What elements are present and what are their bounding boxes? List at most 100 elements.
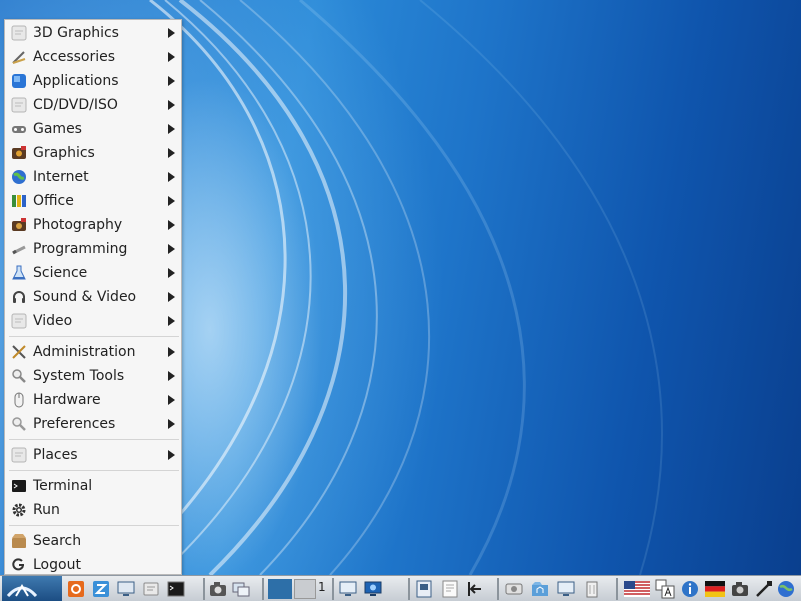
- zsync-launcher-icon[interactable]: [91, 579, 111, 599]
- generic-app-icon: [11, 97, 27, 113]
- camera-tray-icon[interactable]: [730, 579, 750, 599]
- preferences-icon: [11, 416, 27, 432]
- menu-item-accessories[interactable]: Accessories: [7, 45, 179, 69]
- menu-item-sound-video[interactable]: Sound & Video: [7, 285, 179, 309]
- submenu-arrow-icon: [168, 395, 175, 405]
- menu-item-label: Preferences: [33, 416, 116, 432]
- submenu-arrow-icon: [168, 196, 175, 206]
- applications-icon: [11, 73, 27, 89]
- submenu-arrow-icon: [168, 148, 175, 158]
- accessories-icon: [11, 49, 27, 65]
- taskbar-separator: [616, 578, 618, 600]
- screenshot-launcher-icon[interactable]: [208, 579, 228, 599]
- headphones-icon: [11, 289, 27, 305]
- desktop-pager-inactive[interactable]: [294, 579, 316, 599]
- start-menu-button[interactable]: [2, 576, 62, 601]
- menu-item-label: Programming: [33, 241, 128, 257]
- submenu-arrow-icon: [168, 220, 175, 230]
- menu-item-label: Places: [33, 447, 78, 463]
- taskbar: 1: [0, 575, 801, 601]
- menu-item-label: Administration: [33, 344, 136, 360]
- info-icon[interactable]: [680, 579, 700, 599]
- drive-icon[interactable]: [504, 579, 524, 599]
- logout-icon: [11, 557, 27, 573]
- submenu-arrow-icon: [168, 292, 175, 302]
- menu-item-hardware[interactable]: Hardware: [7, 388, 179, 412]
- german-flag-icon[interactable]: [705, 579, 725, 599]
- back-arrow-icon[interactable]: [465, 579, 485, 599]
- menu-item-label: Science: [33, 265, 88, 281]
- magnifier-icon: [11, 368, 27, 384]
- desktop-number: 1: [318, 580, 326, 594]
- computer-icon[interactable]: [556, 579, 576, 599]
- us-flag-icon[interactable]: [624, 579, 650, 599]
- menu-item-label: Internet: [33, 169, 89, 185]
- taskbar-separator: [203, 578, 205, 600]
- menu-separator: [9, 470, 179, 471]
- menu-item-cd-dvd-iso[interactable]: CD/DVD/ISO: [7, 93, 179, 117]
- menu-item-label: Accessories: [33, 49, 116, 65]
- menu-item-office[interactable]: Office: [7, 189, 179, 213]
- terminal-icon: [11, 478, 27, 494]
- generic-app-icon: [11, 447, 27, 463]
- submenu-arrow-icon: [168, 244, 175, 254]
- menu-separator: [9, 439, 179, 440]
- menu-item-run[interactable]: Run: [7, 498, 179, 522]
- menu-item-science[interactable]: Science: [7, 261, 179, 285]
- trash-icon[interactable]: [582, 579, 602, 599]
- menu-item-terminal[interactable]: Terminal: [7, 474, 179, 498]
- network-cable-icon[interactable]: [754, 579, 774, 599]
- mouse-icon: [11, 392, 27, 408]
- submenu-arrow-icon: [168, 28, 175, 38]
- document-window-icon[interactable]: [440, 579, 460, 599]
- menu-item-photography[interactable]: Photography: [7, 213, 179, 237]
- settings-launcher-icon[interactable]: [66, 579, 86, 599]
- menu-item-logout[interactable]: Logout: [7, 553, 179, 577]
- gamepad-icon: [11, 121, 27, 137]
- menu-item-label: Run: [33, 502, 60, 518]
- menu-item-system-tools[interactable]: System Tools: [7, 364, 179, 388]
- window-switch-icon[interactable]: [231, 579, 251, 599]
- menu-item-places[interactable]: Places: [7, 443, 179, 467]
- menu-item-label: Search: [33, 533, 82, 549]
- submenu-arrow-icon: [168, 268, 175, 278]
- taskbar-separator: [408, 578, 410, 600]
- camera-icon: [11, 217, 27, 233]
- menu-item-preferences[interactable]: Preferences: [7, 412, 179, 436]
- keyboard-layout-icon[interactable]: [655, 579, 675, 599]
- network-globe-icon[interactable]: [776, 579, 796, 599]
- menu-item-programming[interactable]: Programming: [7, 237, 179, 261]
- menu-item-label: Logout: [33, 557, 81, 573]
- terminal-launcher-icon[interactable]: [166, 579, 186, 599]
- menu-item-applications[interactable]: Applications: [7, 69, 179, 93]
- menu-item-internet[interactable]: Internet: [7, 165, 179, 189]
- menu-item-label: Office: [33, 193, 74, 209]
- gear-icon: [11, 502, 27, 518]
- menu-item-administration[interactable]: Administration: [7, 340, 179, 364]
- file-manager-launcher-icon[interactable]: [141, 579, 161, 599]
- desktop-pager-active[interactable]: [268, 579, 292, 599]
- graphics-icon: [11, 145, 27, 161]
- show-desktop-icon[interactable]: [338, 579, 358, 599]
- home-folder-icon[interactable]: [530, 579, 550, 599]
- menu-item-label: Photography: [33, 217, 123, 233]
- menu-item-search[interactable]: Search: [7, 529, 179, 553]
- submenu-arrow-icon: [168, 371, 175, 381]
- monitor-launcher-icon[interactable]: [116, 579, 136, 599]
- menu-item-label: 3D Graphics: [33, 25, 119, 41]
- taskbar-separator: [497, 578, 499, 600]
- menu-item-3d-graphics[interactable]: 3D Graphics: [7, 21, 179, 45]
- programming-icon: [11, 241, 27, 257]
- submenu-arrow-icon: [168, 124, 175, 134]
- menu-item-video[interactable]: Video: [7, 309, 179, 333]
- display-icon[interactable]: [363, 579, 383, 599]
- menu-item-label: Sound & Video: [33, 289, 137, 305]
- submenu-arrow-icon: [168, 450, 175, 460]
- menu-item-games[interactable]: Games: [7, 117, 179, 141]
- menu-item-graphics[interactable]: Graphics: [7, 141, 179, 165]
- app-window-icon[interactable]: [414, 579, 434, 599]
- tools-icon: [11, 344, 27, 360]
- taskbar-separator: [262, 578, 264, 600]
- submenu-arrow-icon: [168, 419, 175, 429]
- menu-item-label: CD/DVD/ISO: [33, 97, 118, 113]
